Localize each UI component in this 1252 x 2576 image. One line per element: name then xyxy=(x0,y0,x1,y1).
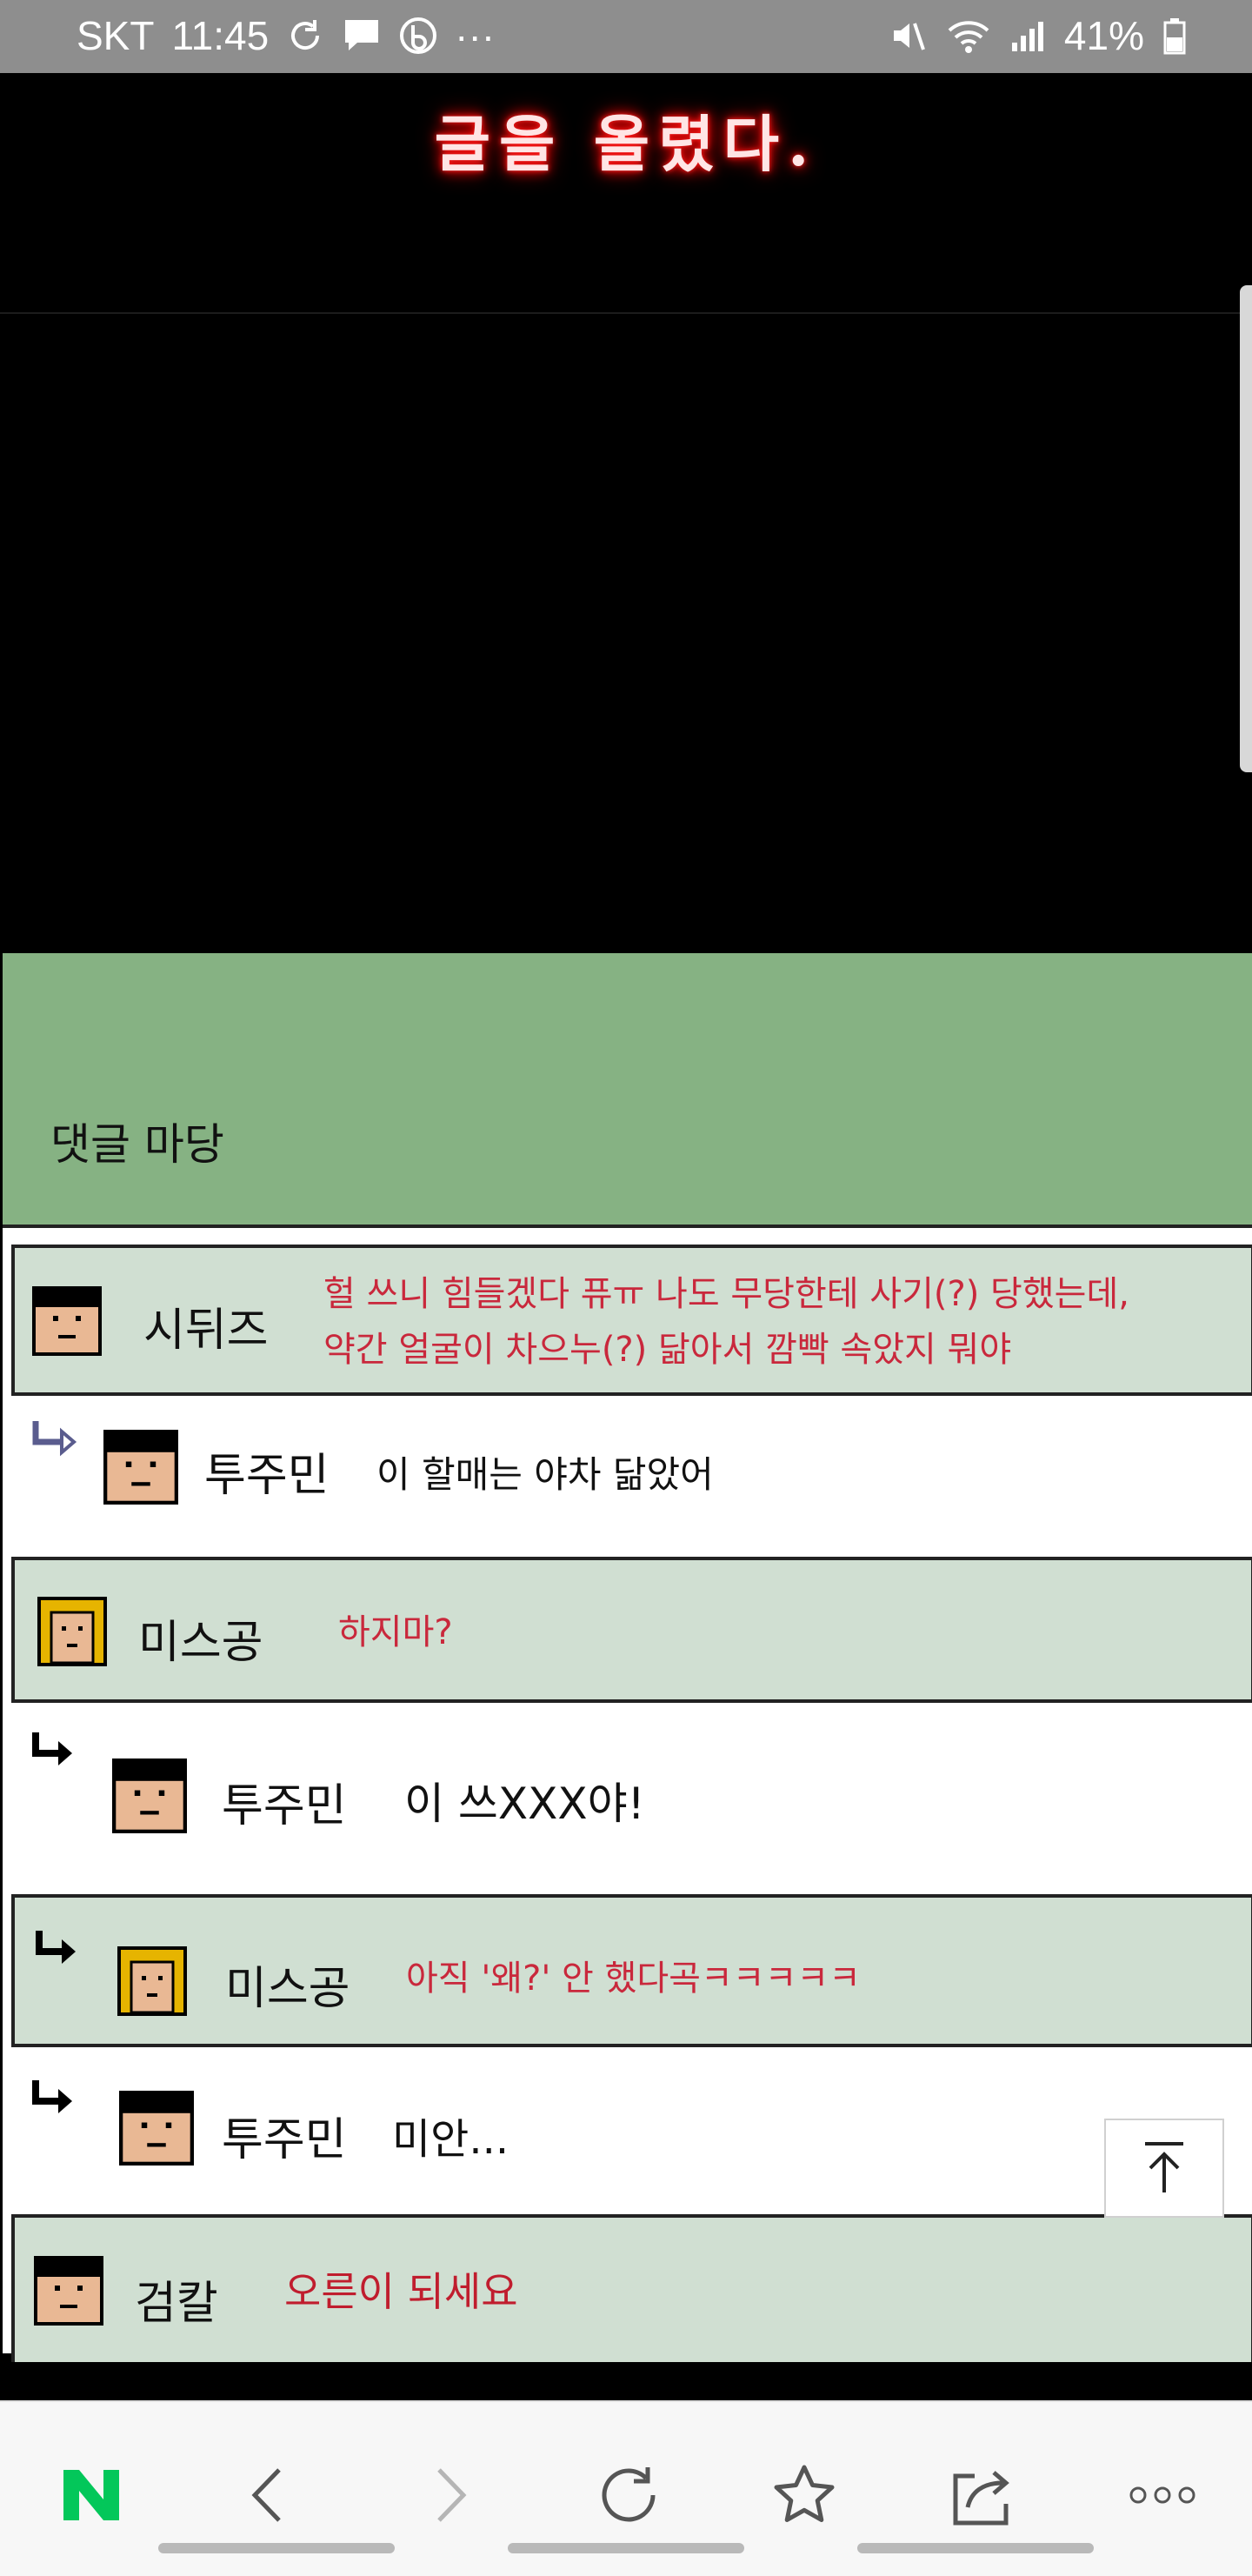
comment-text: 하지마? xyxy=(338,1612,453,1652)
battery-icon xyxy=(1163,17,1186,55)
comment-text: 이 쓰XXX야! xyxy=(404,1779,645,1829)
comment-text-line1: 헐 쓰니 힘들겠다 퓨ㅠ 나도 무당한테 사기(?) 당했는데, xyxy=(323,1274,1129,1314)
bookmark-button[interactable] xyxy=(765,2456,843,2534)
comment-text: 이 할매는 야차 닮았어 xyxy=(376,1453,714,1496)
avatar-male-icon xyxy=(32,1286,102,1356)
more-menu-button[interactable] xyxy=(1123,2456,1202,2534)
share-icon xyxy=(953,2471,1009,2526)
chevron-left-icon xyxy=(251,2468,281,2522)
reply-arrow-icon xyxy=(30,2079,77,2120)
status-bar: SKT 11:45 ··· 41% xyxy=(0,0,1252,73)
comment-text: 아직 '왜?' 안 했다곡ㅋㅋㅋㅋㅋ xyxy=(406,1959,861,1999)
arrow-up-icon xyxy=(1145,2142,1183,2192)
more-dots-icon xyxy=(1129,2486,1195,2504)
reply-row: 투주민 이 쓰XXX야! xyxy=(11,1706,1252,1880)
comment-row: 검칼 오른이 되세요 xyxy=(11,2214,1252,2362)
avatar-male-icon xyxy=(119,2091,194,2166)
mute-icon xyxy=(889,17,927,55)
side-scroll-handle[interactable] xyxy=(1240,285,1252,772)
comment-author: 미스공 xyxy=(225,1963,350,2015)
comment-text-line2: 약간 얼굴이 차으누(?) 닮아서 깜빡 속았지 뭐야 xyxy=(323,1330,1012,1370)
avatar-male-icon xyxy=(112,1758,187,1833)
comment-author: 투주민 xyxy=(204,1450,330,1502)
battery-percent: 41% xyxy=(1063,13,1144,58)
refresh-button[interactable] xyxy=(589,2456,668,2534)
gesture-bar-center xyxy=(508,2543,744,2553)
comment-author: 검칼 xyxy=(135,2278,218,2330)
post-title: 글을 올렸다. xyxy=(434,108,818,180)
avatar-female-icon xyxy=(117,1946,187,2016)
share-button[interactable] xyxy=(944,2456,1022,2534)
naver-logo-icon xyxy=(63,2470,119,2520)
reply-arrow-icon xyxy=(30,1731,77,1772)
chat-icon xyxy=(342,17,382,55)
gesture-bar-left xyxy=(158,2543,395,2553)
comment-row: 미스공 하지마? xyxy=(11,1557,1252,1703)
comment-row: 시뒤즈 헐 쓰니 힘들겠다 퓨ㅠ 나도 무당한테 사기(?) 당했는데, 약간 … xyxy=(11,1245,1252,1396)
scroll-to-top-button[interactable] xyxy=(1104,2119,1224,2218)
star-icon xyxy=(774,2465,835,2522)
b-app-icon xyxy=(399,17,437,55)
comment-author: 투주민 xyxy=(222,1780,347,1832)
avatar-female-icon xyxy=(37,1597,107,1666)
comment-author: 시뒤즈 xyxy=(143,1305,269,1357)
sync-icon xyxy=(286,17,324,55)
carrier-label: SKT xyxy=(77,13,155,58)
post-title-area: 글을 올렸다. xyxy=(0,73,1252,314)
reply-arrow-icon xyxy=(30,1419,79,1461)
reply-row: 투주민 이 할매는 야차 닮았어 xyxy=(11,1398,1252,1545)
more-notifications: ··· xyxy=(455,13,496,58)
avatar-male-icon xyxy=(103,1430,178,1505)
forward-button[interactable] xyxy=(412,2456,490,2534)
reply-arrow-icon xyxy=(34,1929,81,1971)
comment-text: 미안... xyxy=(392,2115,509,2164)
gesture-bar-right xyxy=(857,2543,1094,2553)
post-image-area xyxy=(0,314,1252,953)
naver-home-button[interactable] xyxy=(52,2456,130,2534)
comment-author: 투주민 xyxy=(222,2114,347,2166)
comment-text: 오른이 되세요 xyxy=(284,2268,518,2315)
chevron-right-icon xyxy=(437,2468,467,2522)
signal-icon xyxy=(1010,18,1045,53)
back-button[interactable] xyxy=(228,2456,306,2534)
reply-row: 투주민 미안... xyxy=(11,2051,1252,2204)
comment-author: 미스공 xyxy=(138,1617,263,1669)
refresh-icon xyxy=(602,2467,656,2522)
comment-panel-title: 댓글 마당 xyxy=(50,1119,224,1170)
comment-panel-header: 댓글 마당 xyxy=(3,953,1252,1228)
avatar-male-icon xyxy=(34,2256,103,2326)
reply-row: 미스공 아직 '왜?' 안 했다곡ㅋㅋㅋㅋㅋ xyxy=(11,1894,1252,2047)
comment-panel: 댓글 마당 시뒤즈 헐 쓰니 힘들겠다 퓨ㅠ 나도 무당한테 사기(?) 당했는… xyxy=(0,953,1252,2362)
wifi-icon xyxy=(946,17,991,55)
clock: 11:45 xyxy=(171,13,270,58)
